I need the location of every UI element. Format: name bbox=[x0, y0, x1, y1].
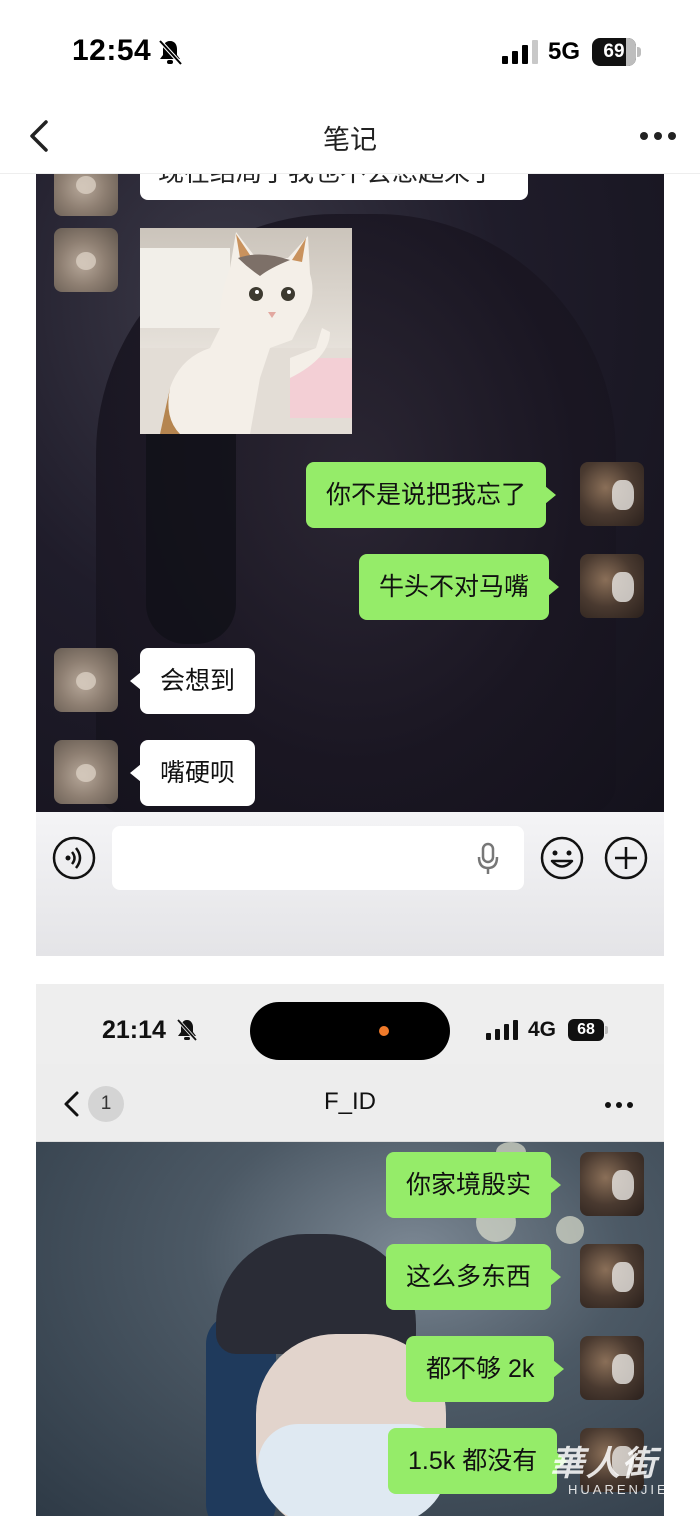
watermark-logo: 華人街 HUARENJIE bbox=[550, 1436, 690, 1506]
signal-icon bbox=[486, 1020, 518, 1040]
message-bubble[interactable]: 嘴硬呗 bbox=[129, 740, 256, 806]
message-text: 1.5k 都没有 bbox=[408, 1447, 538, 1475]
page-title: 笔记 bbox=[323, 125, 377, 155]
note-header: 笔记 bbox=[0, 100, 700, 174]
avatar[interactable] bbox=[54, 740, 118, 804]
watermark-text: 華人街 bbox=[550, 1445, 658, 1483]
more-dots-icon[interactable] bbox=[604, 1100, 634, 1110]
message-text: 会想到 bbox=[160, 667, 236, 695]
watermark-subtext: HUARENJIE bbox=[568, 1482, 669, 1497]
avatar[interactable] bbox=[54, 648, 118, 712]
message-text: 你家境殷实 bbox=[406, 1171, 532, 1199]
message-bubble-partial: 现在结局了我也不会想起来了 bbox=[140, 174, 528, 200]
muted-bell-icon bbox=[158, 39, 183, 66]
chat-screenshot-1: 现在结局了我也不会想起来了 你不是说把我忘了 牛头不对马嘴 会想到 嘴硬呗 bbox=[36, 174, 664, 956]
message-input[interactable] bbox=[112, 826, 524, 890]
message-text: 现在结局了我也不会想起来了 bbox=[158, 174, 528, 189]
message-bubble[interactable]: 这么多东西 bbox=[386, 1244, 562, 1310]
message-bubble[interactable]: 你家境殷实 bbox=[386, 1152, 562, 1218]
message-bubble[interactable]: 你不是说把我忘了 bbox=[306, 462, 557, 528]
message-text: 你不是说把我忘了 bbox=[326, 481, 527, 509]
battery-level: 69 bbox=[603, 41, 625, 62]
message-bubble[interactable]: 1.5k 都没有 bbox=[388, 1428, 568, 1494]
avatar[interactable] bbox=[580, 1336, 644, 1400]
status-bar: 21:14 4G 68 bbox=[36, 984, 664, 1064]
message-bubble[interactable]: 都不够 2k bbox=[406, 1336, 565, 1402]
muted-bell-icon bbox=[176, 1018, 198, 1042]
more-dots-icon[interactable] bbox=[638, 130, 678, 142]
voice-input-icon[interactable] bbox=[52, 836, 96, 880]
avatar[interactable] bbox=[580, 1152, 644, 1216]
battery-icon: 69 bbox=[592, 38, 642, 66]
cat-thumbs-up-sticker[interactable] bbox=[140, 228, 352, 434]
avatar[interactable] bbox=[580, 1244, 644, 1308]
status-bar: 12:54 5G 69 bbox=[0, 0, 700, 100]
battery-level: 68 bbox=[577, 1021, 595, 1038]
message-text: 牛头不对马嘴 bbox=[379, 573, 530, 601]
avatar[interactable] bbox=[580, 554, 644, 618]
message-text: 都不够 2k bbox=[426, 1355, 535, 1383]
message-bubble[interactable]: 牛头不对马嘴 bbox=[359, 554, 560, 620]
dynamic-island bbox=[250, 1002, 450, 1060]
microphone-icon[interactable] bbox=[476, 842, 500, 876]
avatar[interactable] bbox=[54, 228, 118, 292]
signal-icon bbox=[502, 40, 538, 64]
status-time: 21:14 bbox=[102, 1016, 166, 1044]
message-bubble[interactable]: 会想到 bbox=[129, 648, 256, 714]
avatar[interactable] bbox=[54, 174, 118, 216]
chat-header: 1 F_ID bbox=[36, 1064, 664, 1142]
network-type: 5G bbox=[548, 38, 581, 65]
chat-title: F_ID bbox=[323, 1088, 376, 1115]
network-type: 4G bbox=[528, 1018, 557, 1041]
avatar[interactable] bbox=[580, 462, 644, 526]
chat-input-bar bbox=[36, 812, 664, 956]
battery-icon: 68 bbox=[568, 1019, 604, 1041]
plus-icon[interactable] bbox=[604, 836, 648, 880]
emoji-icon[interactable] bbox=[540, 836, 584, 880]
status-time: 12:54 bbox=[72, 34, 152, 67]
message-text: 嘴硬呗 bbox=[160, 759, 236, 787]
message-text: 这么多东西 bbox=[406, 1263, 532, 1291]
